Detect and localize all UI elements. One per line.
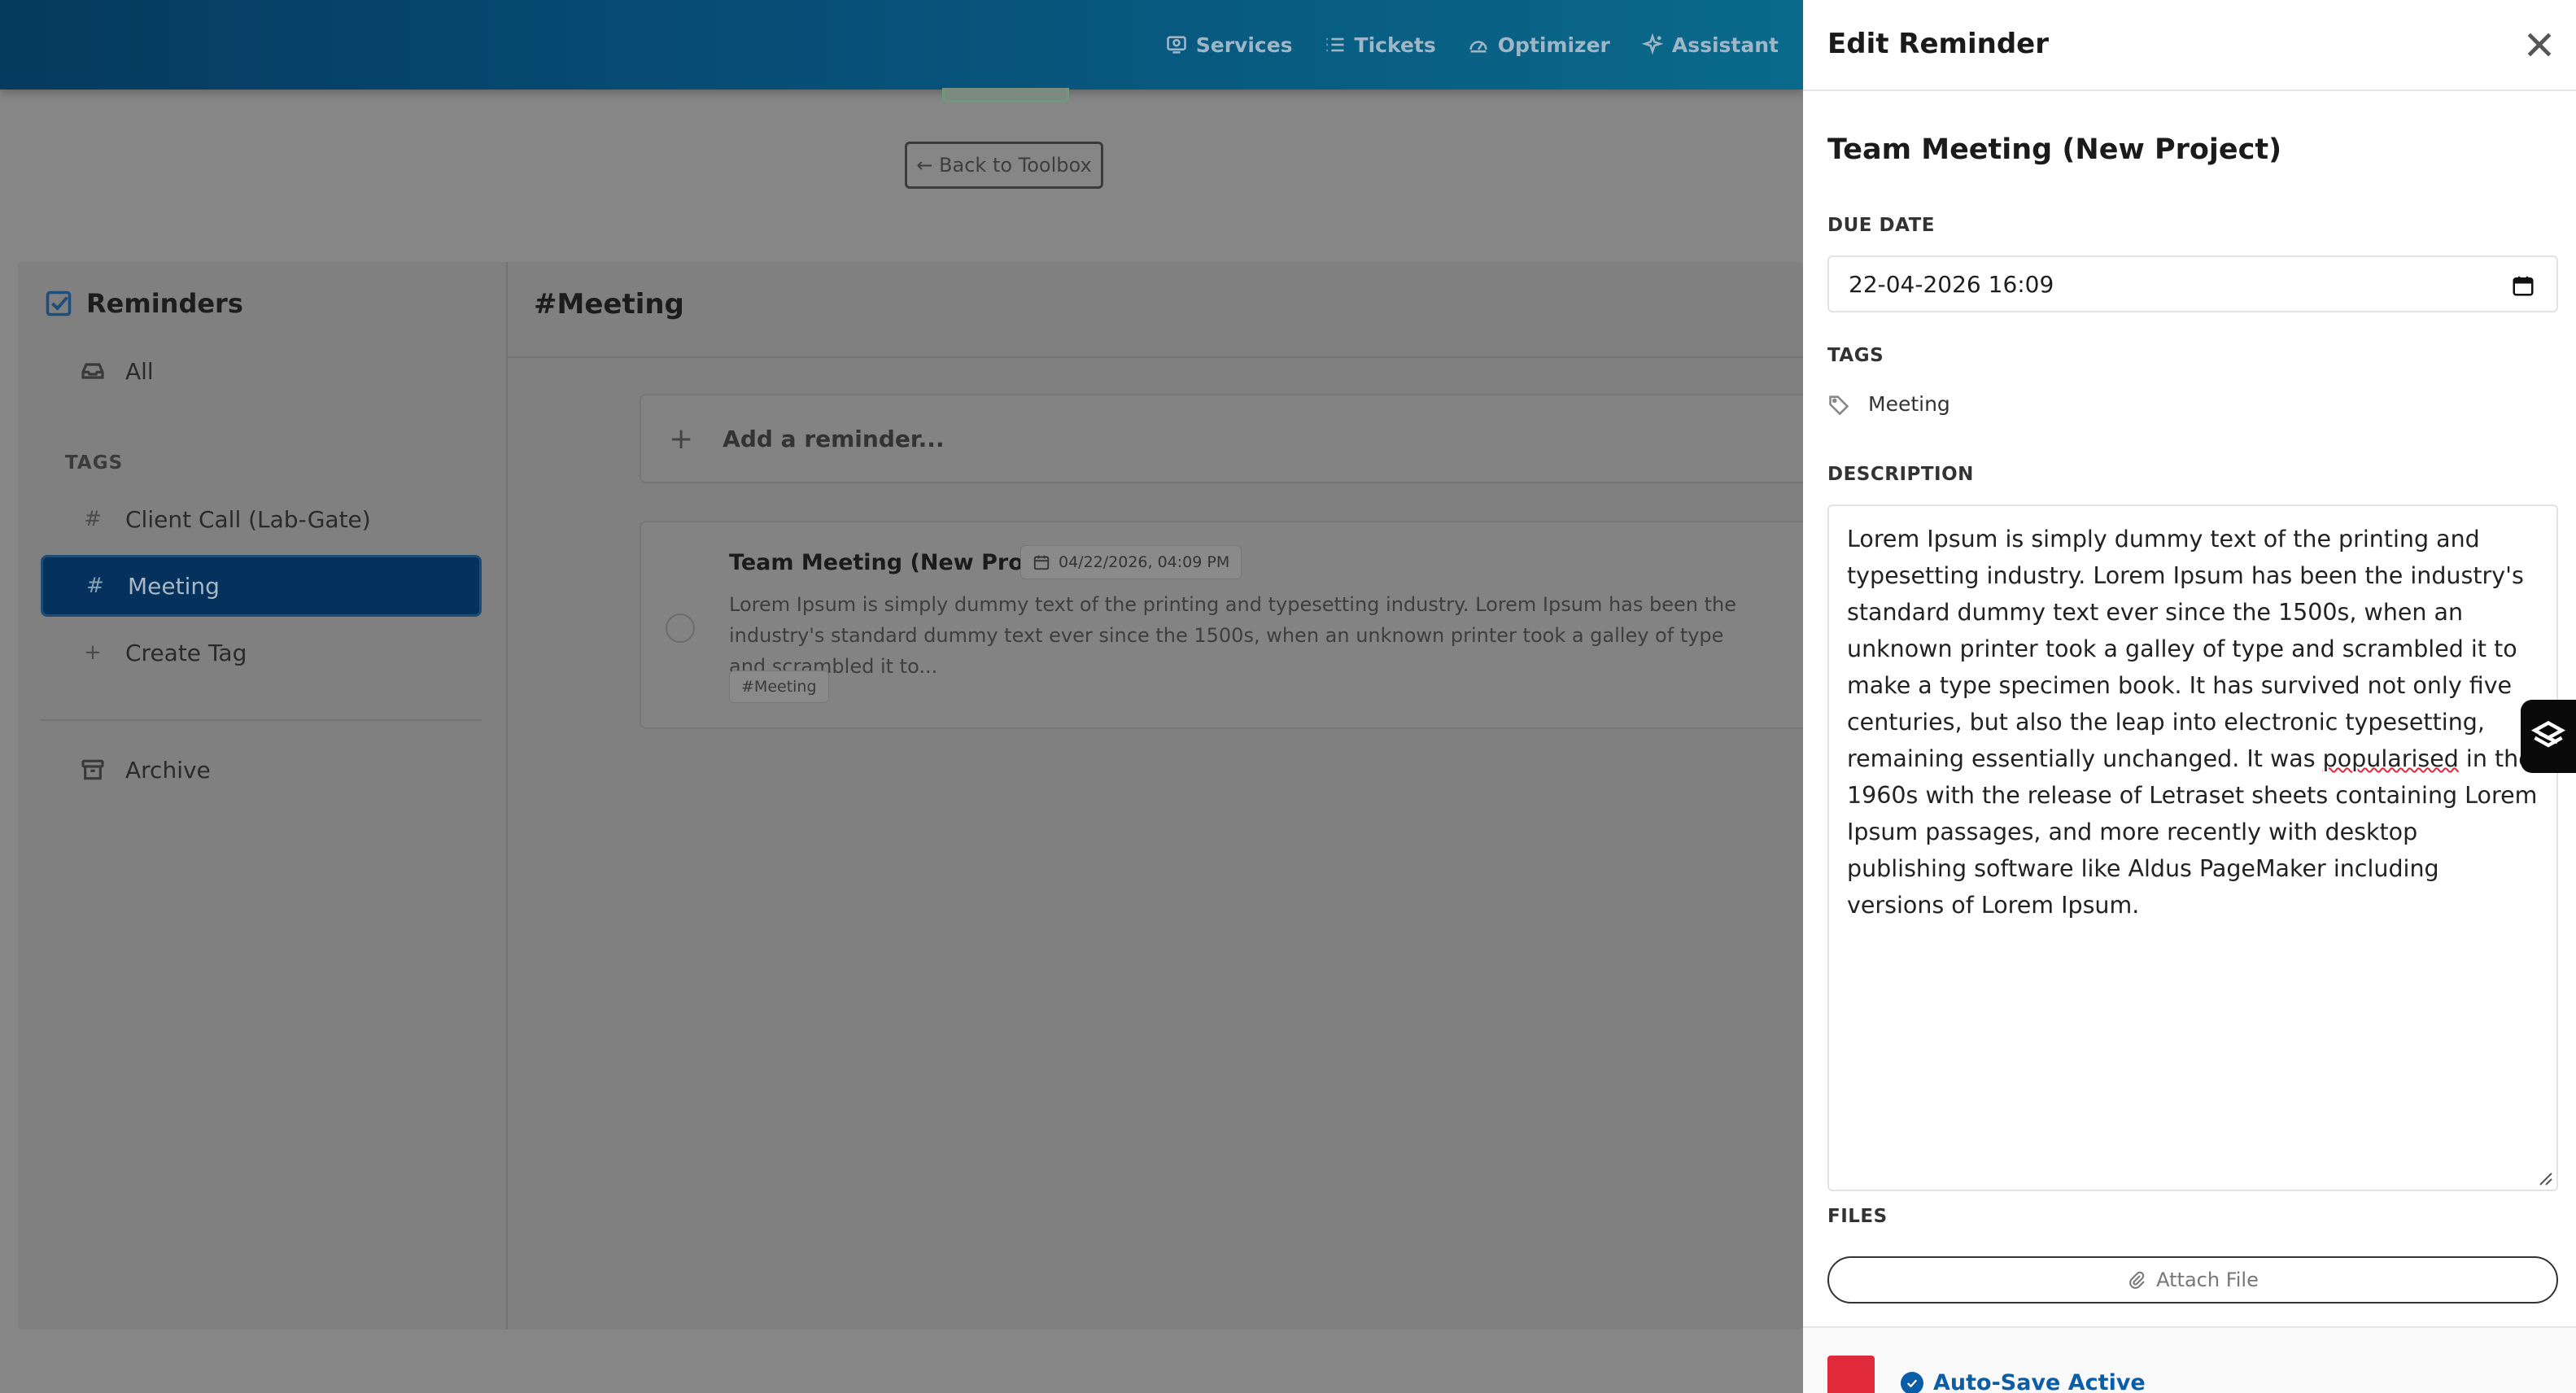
due-date-value: 22-04-2026 16:09 bbox=[1849, 270, 2054, 298]
nav-assistant-label: Assistant bbox=[1671, 33, 1779, 57]
reminder-title-field[interactable]: Team Meeting (New Project) bbox=[1827, 133, 2281, 166]
list-icon bbox=[1326, 37, 1344, 52]
calendar-icon[interactable] bbox=[2511, 273, 2535, 298]
tags-label: TAGS bbox=[1827, 345, 1884, 366]
nav-services[interactable]: Services bbox=[1165, 33, 1293, 57]
reminder-date-badge: 04/22/2026, 04:09 PM bbox=[1020, 545, 1242, 579]
nav-optimizer[interactable]: Optimizer bbox=[1467, 33, 1610, 57]
sidebar-item-label: Create Tag bbox=[125, 639, 247, 666]
sidebar-item-label: Client Call (Lab-Gate) bbox=[125, 505, 371, 533]
drawer-footer: Auto-Save Active bbox=[1803, 1326, 2576, 1393]
attach-file-label: Attach File bbox=[2156, 1269, 2259, 1291]
floating-assistant-button[interactable] bbox=[2521, 700, 2576, 773]
sidebar-item-create-tag[interactable]: + Create Tag bbox=[41, 622, 482, 683]
description-text-start: Lorem Ipsum is simply dummy text of the … bbox=[1847, 526, 2524, 772]
close-icon bbox=[2527, 33, 2552, 57]
delete-button[interactable] bbox=[1827, 1356, 1875, 1393]
nav-optimizer-label: Optimizer bbox=[1497, 33, 1610, 57]
hash-icon: # bbox=[84, 507, 102, 531]
collapsed-tab-stub bbox=[942, 88, 1069, 103]
sidebar-item-all-label: All bbox=[125, 357, 154, 385]
attach-file-button[interactable]: Attach File bbox=[1827, 1256, 2558, 1303]
add-reminder-input[interactable]: + Add a reminder... bbox=[640, 394, 1827, 483]
plus-icon: + bbox=[669, 421, 694, 456]
calendar-icon bbox=[1033, 555, 1050, 570]
main-divider bbox=[508, 356, 1803, 358]
tag-chip[interactable]: Meeting bbox=[1827, 392, 1950, 416]
nav-assistant[interactable]: Assistant bbox=[1641, 33, 1779, 57]
plus-icon: + bbox=[84, 640, 102, 665]
check-circle-icon bbox=[1901, 1371, 1923, 1393]
sidebar-divider bbox=[41, 719, 482, 721]
edit-reminder-drawer: Edit Reminder Team Meeting (New Project)… bbox=[1803, 0, 2576, 1393]
reminder-description: Lorem Ipsum is simply dummy text of the … bbox=[729, 593, 1737, 678]
close-button[interactable] bbox=[2519, 24, 2560, 65]
sidebar-title: Reminders bbox=[44, 288, 243, 319]
sidebar-item-meeting[interactable]: # Meeting bbox=[41, 555, 482, 617]
sidebar-item-client-call[interactable]: # Client Call (Lab-Gate) bbox=[41, 488, 482, 550]
due-date-label: DUE DATE bbox=[1827, 215, 1935, 236]
drawer-title: Edit Reminder bbox=[1827, 28, 2049, 60]
sidebar-item-label: Archive bbox=[125, 756, 211, 784]
main-title: #Meeting bbox=[534, 288, 684, 321]
sidebar-title-text: Reminders bbox=[86, 288, 243, 319]
nav-tickets[interactable]: Tickets bbox=[1324, 33, 1436, 57]
autosave-label: Auto-Save Active bbox=[1933, 1370, 2146, 1393]
reminder-date: 04/22/2026, 04:09 PM bbox=[1059, 553, 1230, 571]
nav-services-label: Services bbox=[1195, 33, 1293, 57]
top-header: Services Tickets Optimizer Assistant bbox=[0, 0, 1803, 90]
inbox-icon bbox=[80, 358, 106, 384]
top-nav: Services Tickets Optimizer Assistant bbox=[1165, 0, 1779, 90]
sidebar-item-archive[interactable]: Archive bbox=[41, 739, 482, 801]
reminders-sidebar: Reminders All TAGS # Client Call (Lab-Ga… bbox=[18, 262, 508, 1330]
complete-checkbox[interactable] bbox=[666, 614, 695, 643]
nav-tickets-label: Tickets bbox=[1354, 33, 1436, 57]
sidebar-item-label: Meeting bbox=[128, 572, 220, 600]
due-date-input[interactable]: 22-04-2026 16:09 bbox=[1827, 255, 2558, 312]
add-reminder-placeholder: Add a reminder... bbox=[723, 425, 945, 452]
sidebar-item-all[interactable]: All bbox=[41, 340, 482, 402]
checkbox-icon bbox=[46, 290, 72, 317]
description-label: DESCRIPTION bbox=[1827, 464, 1974, 485]
resize-grip-icon[interactable] bbox=[2537, 1170, 2553, 1186]
hash-icon: # bbox=[86, 574, 104, 598]
spellcheck-word: popularised bbox=[2322, 745, 2459, 772]
services-icon bbox=[1166, 36, 1186, 54]
gauge-icon bbox=[1469, 41, 1487, 53]
sidebar-tags-heading: TAGS bbox=[65, 452, 124, 474]
drawer-header: Edit Reminder bbox=[1803, 0, 2576, 91]
description-textarea[interactable]: Lorem Ipsum is simply dummy text of the … bbox=[1827, 504, 2558, 1191]
paperclip-icon bbox=[2129, 1271, 2145, 1289]
files-label: FILES bbox=[1827, 1206, 1888, 1227]
back-to-toolbox-button[interactable]: ← Back to Toolbox bbox=[905, 142, 1103, 189]
autosave-status: Auto-Save Active bbox=[1901, 1370, 2146, 1393]
archive-icon bbox=[80, 757, 106, 783]
tag-icon bbox=[1829, 395, 1849, 415]
sparkle-icon bbox=[1641, 33, 1664, 55]
tag-chip-label: Meeting bbox=[1868, 392, 1950, 416]
layers-logo-icon bbox=[2530, 720, 2566, 748]
reminder-tag-badge[interactable]: #Meeting bbox=[729, 670, 829, 703]
reminder-card[interactable]: Team Meeting (New Project) 04/22/2026, 0… bbox=[640, 521, 1827, 729]
